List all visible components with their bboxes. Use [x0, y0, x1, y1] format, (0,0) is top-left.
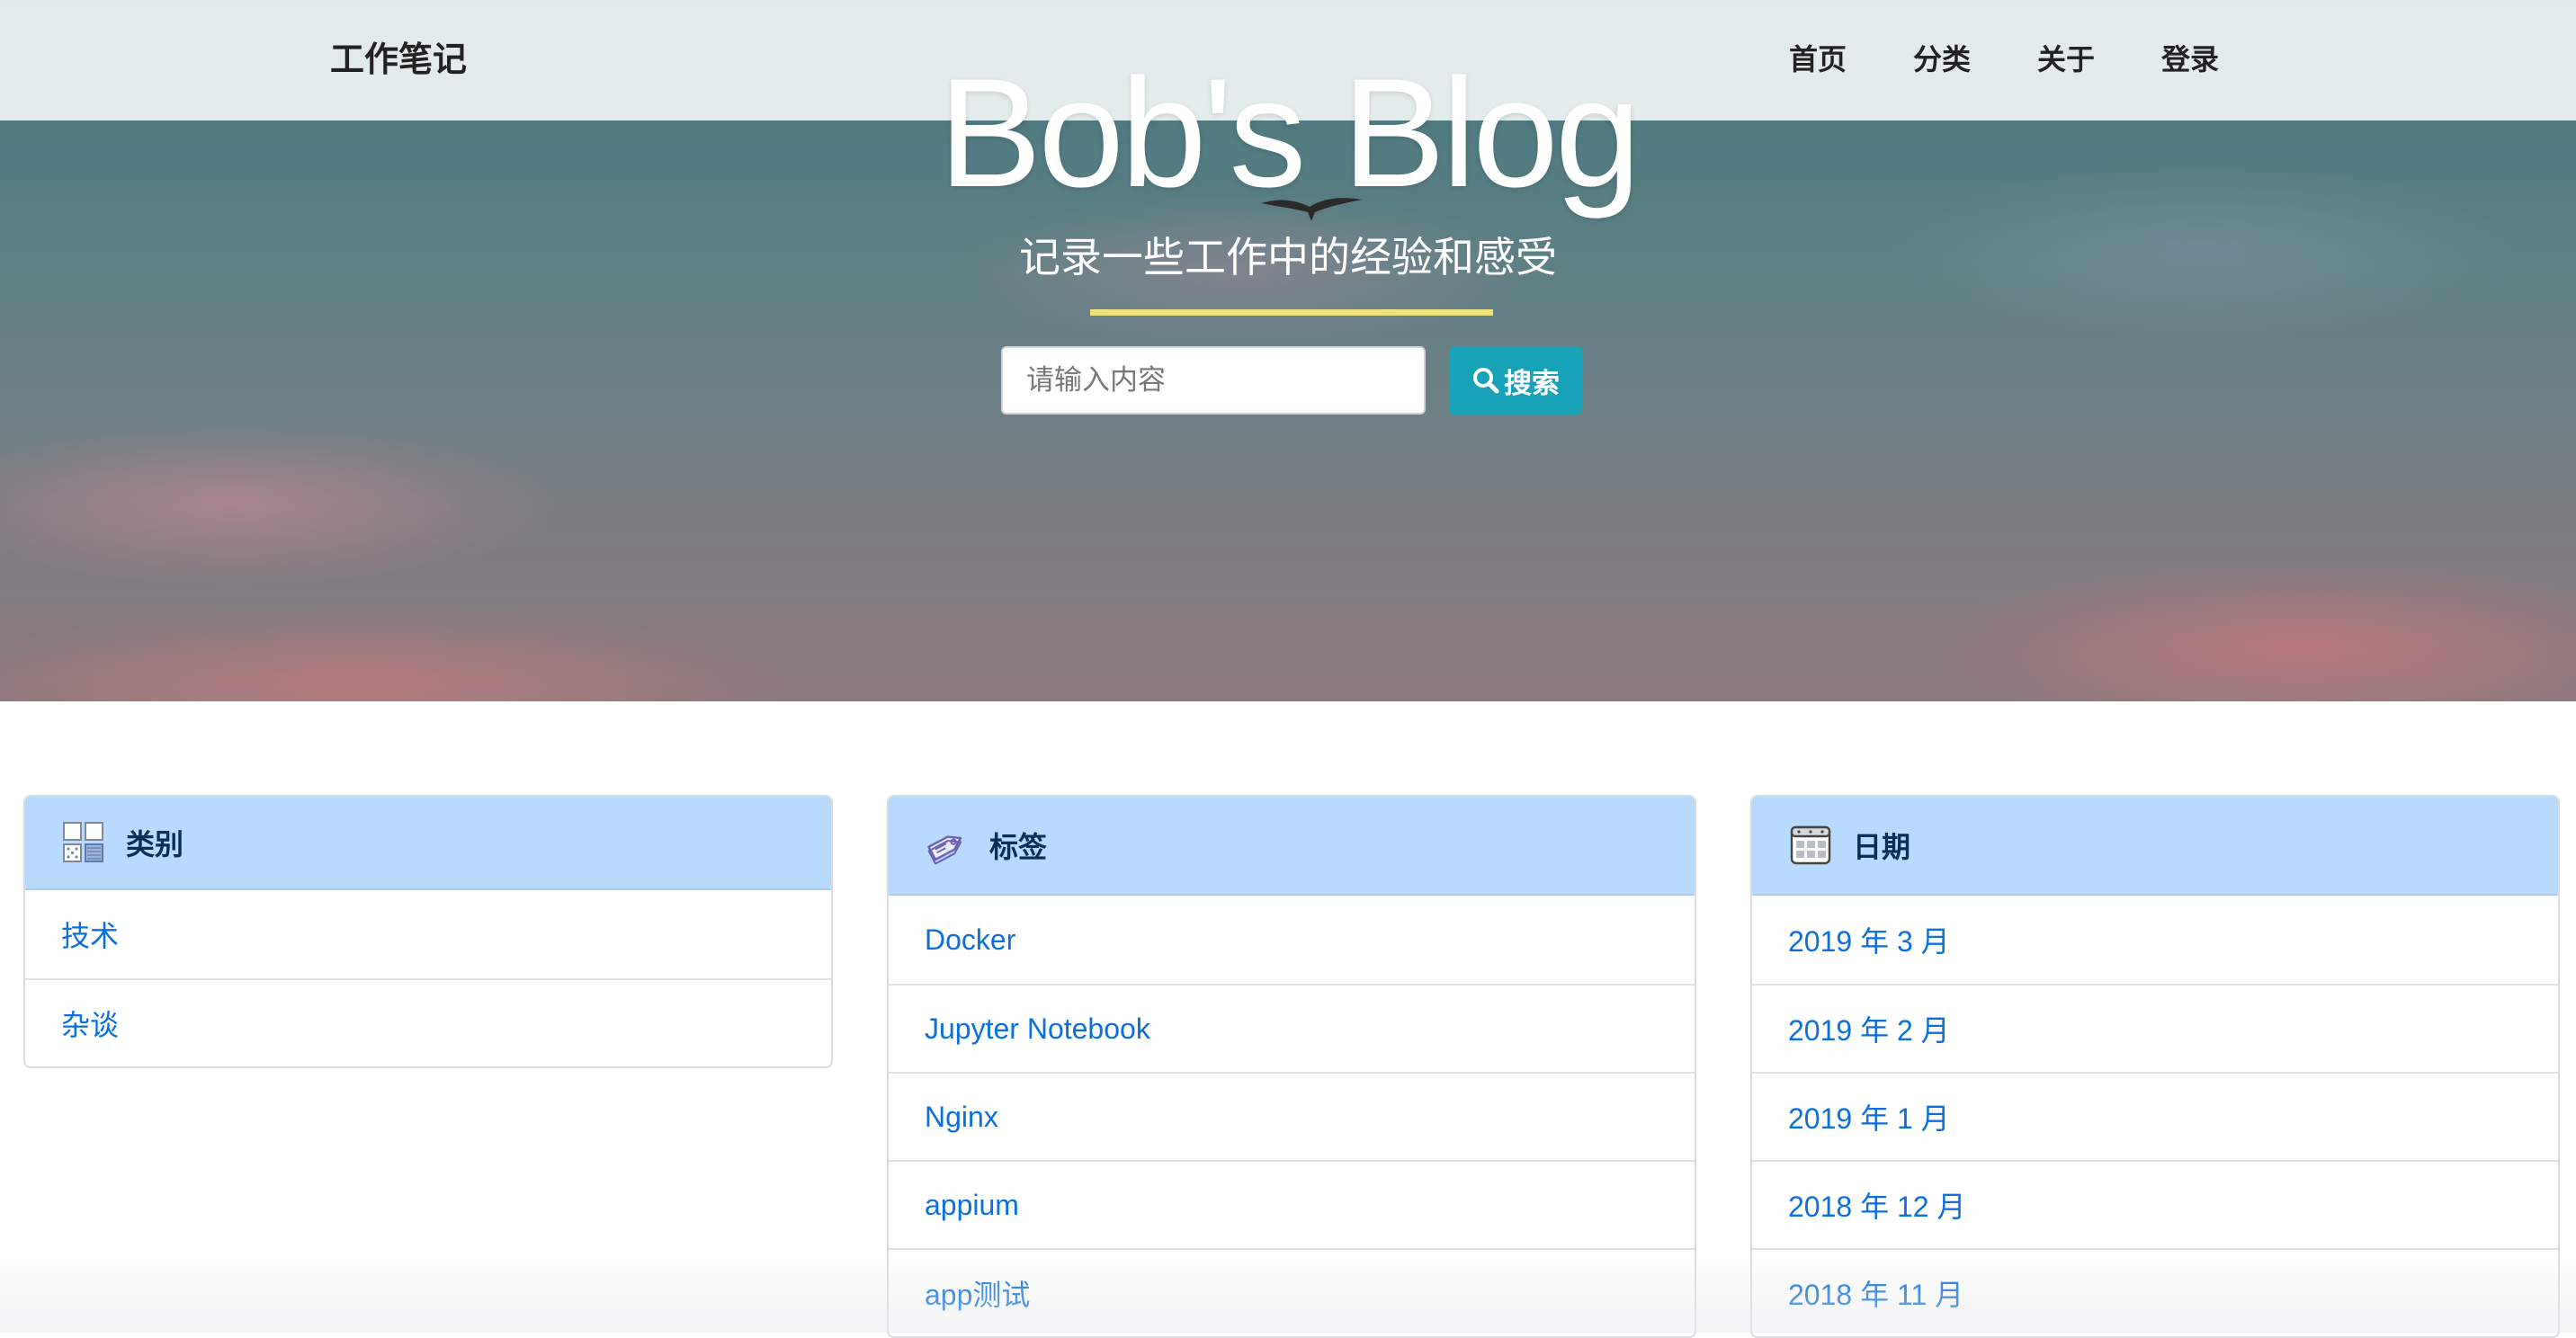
dates-list: 2019 年 3 月 2019 年 2 月 2019 年 1 月 2018 年 … [1752, 896, 2558, 1336]
category-item[interactable]: 杂谈 [25, 978, 831, 1066]
tag-item[interactable]: appium [889, 1160, 1695, 1248]
date-item[interactable]: 2018 年 11 月 [1752, 1248, 2558, 1336]
dates-card-header: 日期 [1752, 797, 2558, 896]
tags-card: 标签 Docker Jupyter Notebook Nginx appium … [887, 795, 1696, 1338]
date-item[interactable]: 2019 年 3 月 [1752, 896, 2558, 984]
blog-subtitle: 记录一些工作中的经验和感受 [1019, 233, 1557, 281]
tag-icon [927, 835, 962, 865]
date-item[interactable]: 2018 年 12 月 [1752, 1160, 2558, 1248]
tags-list: Docker Jupyter Notebook Nginx appium app… [889, 896, 1695, 1336]
search-icon [1473, 368, 1499, 394]
tags-card-header: 标签 [889, 797, 1695, 896]
title-divider [1090, 309, 1493, 316]
search-button-label: 搜索 [1504, 367, 1560, 400]
date-item[interactable]: 2019 年 1 月 [1752, 1072, 2558, 1160]
categories-card-title: 类别 [126, 827, 184, 861]
categories-list: 技术 杂谈 [25, 890, 831, 1066]
blog-title: Bob's Blog [938, 47, 1641, 219]
tag-item[interactable]: Docker [889, 896, 1695, 984]
tag-item[interactable]: Jupyter Notebook [889, 984, 1695, 1072]
tags-card-title: 标签 [989, 830, 1048, 864]
dates-card: 日期 2019 年 3 月 2019 年 2 月 2019 年 1 月 2018… [1750, 795, 2560, 1338]
categories-card-header: 类别 [25, 797, 831, 890]
category-item[interactable]: 技术 [25, 890, 831, 978]
calendar-icon [1790, 825, 1831, 865]
date-item[interactable]: 2019 年 2 月 [1752, 984, 2558, 1072]
dates-card-title: 日期 [1853, 830, 1911, 864]
category-grid-icon [63, 822, 103, 862]
categories-card: 类别 技术 杂谈 [23, 795, 833, 1068]
tag-item[interactable]: Nginx [889, 1072, 1695, 1160]
search-input[interactable] [1001, 346, 1426, 415]
tag-item[interactable]: app测试 [889, 1248, 1695, 1336]
search-button[interactable]: 搜索 [1449, 346, 1582, 415]
